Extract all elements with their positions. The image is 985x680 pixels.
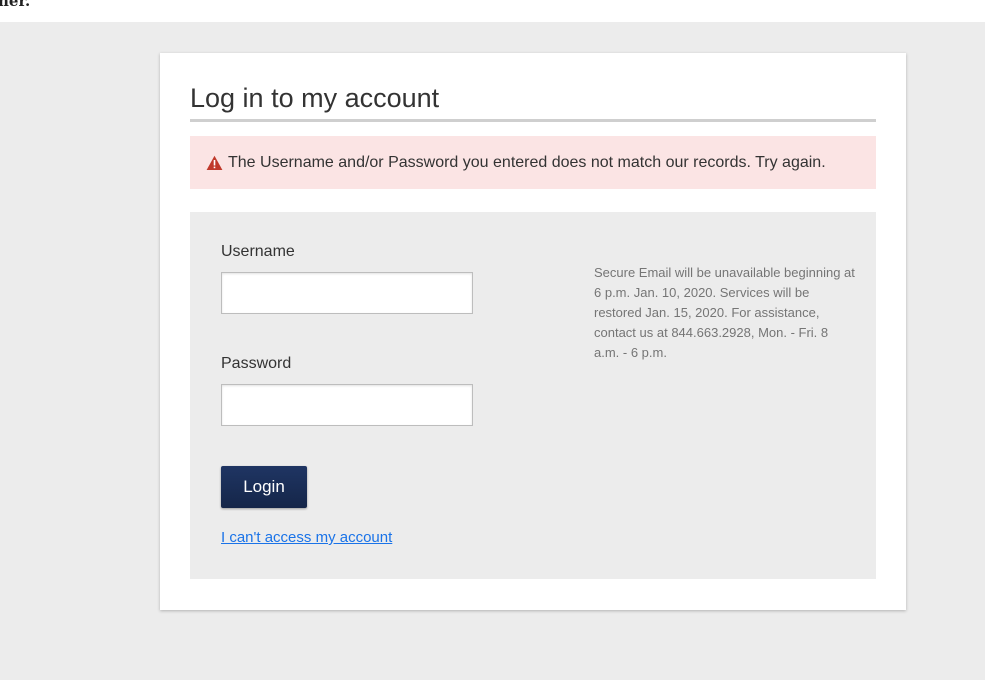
login-form-panel: Username Password Login I can't access m… — [190, 212, 876, 579]
warning-triangle-icon — [206, 155, 223, 171]
cropped-page-text: ner. — [0, 0, 31, 10]
password-input[interactable] — [221, 384, 473, 426]
error-message: The Username and/or Password you entered… — [228, 153, 826, 171]
username-label: Username — [221, 243, 295, 260]
error-alert: The Username and/or Password you entered… — [190, 136, 876, 189]
top-strip: ner. — [0, 0, 985, 22]
login-card: Log in to my account The Username and/or… — [160, 53, 906, 610]
login-button[interactable]: Login — [221, 466, 307, 508]
page-title: Log in to my account — [190, 81, 876, 122]
cant-access-account-link[interactable]: I can't access my account — [221, 529, 392, 546]
password-label: Password — [221, 355, 292, 372]
service-notice: Secure Email will be unavailable beginni… — [594, 265, 855, 360]
username-input[interactable] — [221, 272, 473, 314]
